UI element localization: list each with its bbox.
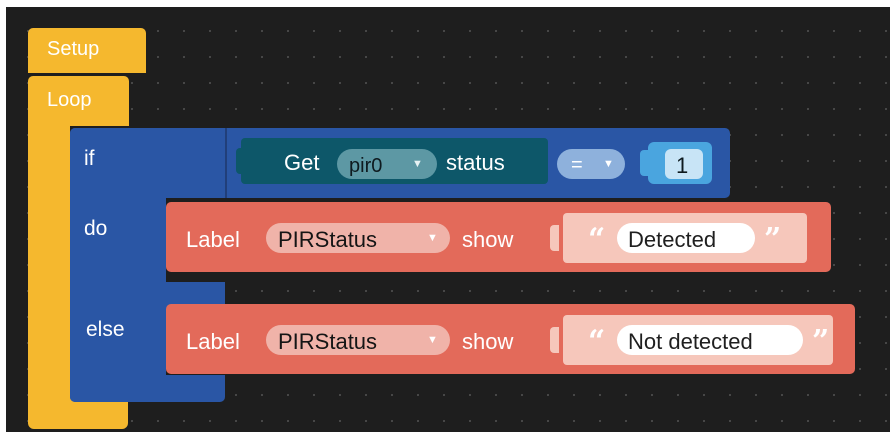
loop-block-arm xyxy=(28,118,70,408)
operator-dropdown[interactable] xyxy=(557,149,625,179)
if-keyword: if xyxy=(84,147,95,170)
status-label: status xyxy=(446,150,505,175)
chevron-down-icon: ▼ xyxy=(427,334,438,346)
chevron-down-icon: ▼ xyxy=(427,232,438,244)
label-keyword: Label xyxy=(186,227,240,252)
if-condition-slot xyxy=(225,128,227,198)
else-keyword: else xyxy=(86,318,125,341)
string-connector xyxy=(550,225,559,251)
if-block-bottom xyxy=(70,375,225,402)
label-target-value: PIRStatus xyxy=(278,227,378,252)
chevron-down-icon: ▼ xyxy=(603,158,614,170)
chevron-down-icon: ▼ xyxy=(412,158,423,170)
sensor-dropdown-value: pir0 xyxy=(349,155,383,177)
show-keyword: show xyxy=(462,227,514,252)
setup-block-label: Setup xyxy=(47,38,100,60)
label-keyword: Label xyxy=(186,329,240,354)
number-value: 1 xyxy=(676,153,689,178)
loop-block-label: Loop xyxy=(47,89,92,111)
operator-value: = xyxy=(571,154,583,176)
label-target-value: PIRStatus xyxy=(278,329,378,354)
get-label: Get xyxy=(284,150,320,175)
quote-open-icon: “ xyxy=(588,222,606,257)
string-value: Not detected xyxy=(628,329,753,354)
quote-open-icon: “ xyxy=(588,324,606,359)
quote-close-icon: ” xyxy=(812,324,830,359)
show-keyword: show xyxy=(462,329,514,354)
do-keyword: do xyxy=(84,217,108,240)
quote-close-icon: ” xyxy=(764,222,782,257)
string-value: Detected xyxy=(628,227,717,252)
string-connector xyxy=(550,327,559,353)
